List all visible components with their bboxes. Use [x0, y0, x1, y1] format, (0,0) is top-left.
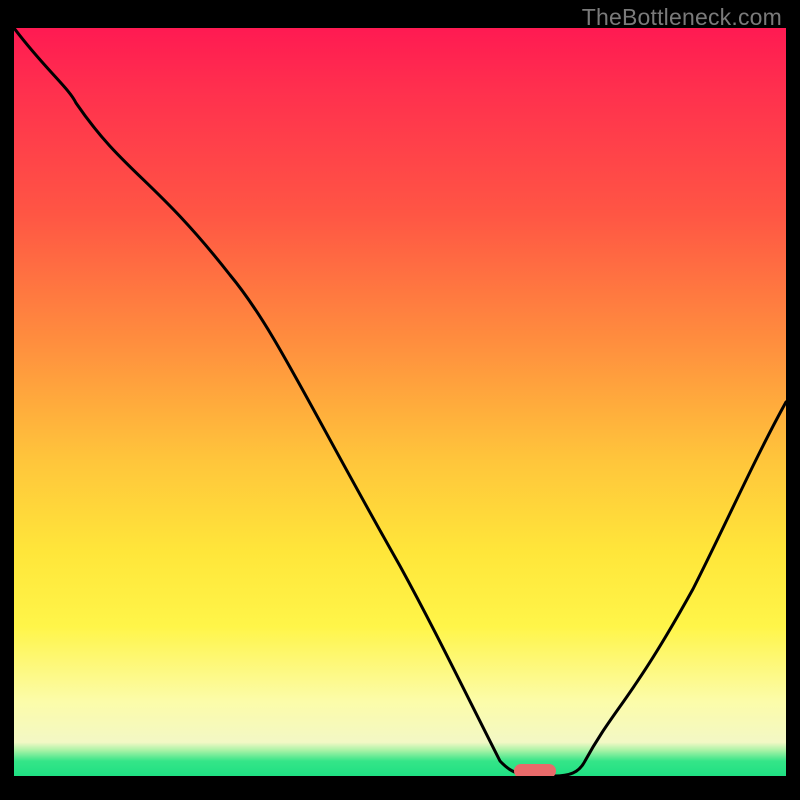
optimum-marker [514, 764, 556, 776]
bottleneck-curve [14, 28, 786, 776]
chart-svg [14, 28, 786, 776]
chart-frame [0, 0, 800, 800]
